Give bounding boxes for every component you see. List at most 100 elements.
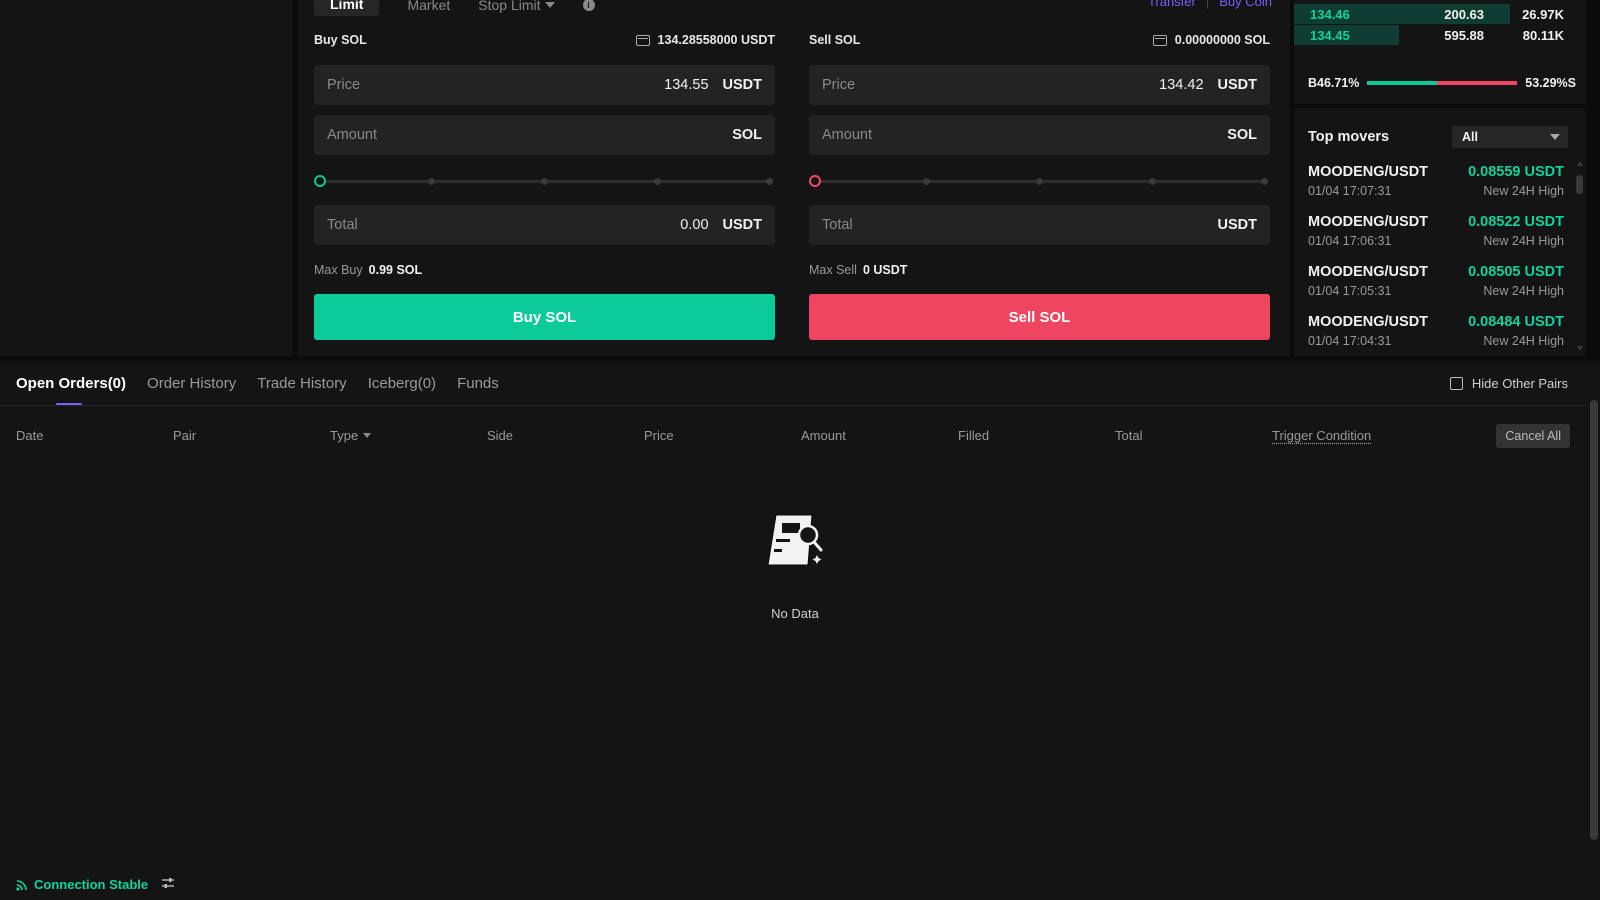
buy-percent-slider[interactable] (314, 174, 775, 188)
buy-header: Buy SOL 134.28558000 USDT (314, 33, 775, 47)
ratio-bar-buy (1367, 81, 1438, 85)
max-buy-value: 0.99 SOL (368, 263, 423, 277)
orderbook-total: 26.97K (1522, 7, 1564, 22)
hide-other-pairs[interactable]: Hide Other Pairs (1449, 376, 1568, 391)
cancel-all-button[interactable]: Cancel All (1496, 424, 1570, 448)
buy-price-label: Price (327, 77, 361, 93)
sell-title: Sell SOL (809, 33, 861, 47)
mover-note: New 24H High (1483, 184, 1564, 198)
tab-funds[interactable]: Funds (457, 375, 499, 392)
col-trigger-condition[interactable]: Trigger Condition (1272, 428, 1371, 443)
slider-handle[interactable] (809, 175, 821, 187)
tabs-divider (0, 405, 1586, 406)
tab-stop-limit[interactable]: Stop Limit (478, 0, 555, 13)
col-filled: Filled (958, 428, 990, 443)
tab-iceberg[interactable]: Iceberg(0) (368, 375, 436, 392)
buy-amount-label: Amount (327, 127, 377, 143)
mover-price: 0.08559 USDT (1468, 164, 1564, 180)
link-separator: | (1205, 0, 1210, 9)
settings-sliders-icon[interactable] (162, 877, 175, 892)
sell-total-field[interactable]: Total USDT (809, 205, 1270, 245)
left-panel (0, 0, 293, 357)
mover-price: 0.08505 USDT (1468, 264, 1564, 280)
buy-sol-button[interactable]: Buy SOL (314, 294, 775, 340)
sell-sol-button[interactable]: Sell SOL (809, 294, 1270, 340)
max-buy: Max Buy 0.99 SOL (314, 263, 422, 277)
orderbook-row[interactable]: 134.46 200.63 26.97K (1294, 4, 1586, 24)
sell-percent-slider[interactable] (809, 174, 1270, 188)
sell-amount-field[interactable]: Amount SOL (809, 115, 1270, 155)
connection-status[interactable]: Connection Stable (16, 877, 175, 892)
no-data-icon (767, 514, 823, 566)
buy-balance-value: 134.28558000 USDT (657, 33, 775, 47)
buy-amount-field[interactable]: Amount SOL (314, 115, 775, 155)
slider-tick[interactable] (923, 178, 930, 185)
orderbook-price: 134.45 (1310, 28, 1350, 43)
header-links: Transfer | Buy Coin (1148, 0, 1272, 9)
mover-item[interactable]: MOODENG/USDT 0.08505 USDT 01/04 17:05:31… (1308, 264, 1564, 304)
tab-market[interactable]: Market (407, 0, 450, 13)
slider-handle[interactable] (314, 175, 326, 187)
sell-price-unit: USDT (1217, 77, 1257, 93)
transfer-link[interactable]: Transfer (1148, 0, 1196, 9)
buy-amount-unit: SOL (732, 127, 762, 143)
col-pair: Pair (173, 428, 197, 443)
top-movers-filter-value: All (1462, 130, 1478, 144)
mover-price: 0.08522 USDT (1468, 214, 1564, 230)
max-buy-label: Max Buy (314, 263, 363, 277)
info-icon[interactable]: i (582, 0, 595, 11)
mover-time: 01/04 17:04:31 (1308, 334, 1392, 348)
sell-total-unit: USDT (1217, 217, 1257, 233)
mover-item[interactable]: MOODENG/USDT 0.08559 USDT 01/04 17:07:31… (1308, 164, 1564, 204)
mover-price: 0.08484 USDT (1468, 314, 1564, 330)
checkbox-icon[interactable] (1449, 377, 1463, 390)
orderbook-row[interactable]: 134.45 595.88 80.11K (1294, 25, 1586, 45)
top-movers-filter[interactable]: All (1452, 126, 1568, 148)
tab-limit-label: Limit (330, 0, 364, 12)
tab-order-history[interactable]: Order History (147, 375, 236, 392)
orderbook-qty: 595.88 (1444, 28, 1484, 43)
slider-tick[interactable] (541, 178, 548, 185)
sell-price-field[interactable]: Price 134.42 USDT (809, 65, 1270, 105)
buy-total-field[interactable]: Total 0.00 USDT (314, 205, 775, 245)
col-type[interactable]: Type (330, 428, 372, 443)
sell-total-label: Total (822, 217, 853, 233)
order-type-tabs: Limit Market Stop Limit i (314, 0, 595, 16)
market-side-panel: 134.46 200.63 26.97K 134.45 595.88 80.11… (1294, 0, 1586, 357)
buy-coin-link[interactable]: Buy Coin (1219, 0, 1272, 9)
orders-table-header: Date Pair Type Side Price Amount Filled … (0, 424, 1586, 448)
tab-trade-history[interactable]: Trade History (257, 375, 346, 392)
col-date: Date (16, 428, 44, 443)
scrollbar-graphic (1576, 161, 1583, 351)
mover-item[interactable]: MOODENG/USDT 0.08484 USDT 01/04 17:04:31… (1308, 314, 1564, 354)
buy-total-label: Total (327, 217, 358, 233)
buy-ratio: B46.71% (1308, 76, 1360, 90)
slider-tick[interactable] (1149, 178, 1156, 185)
buy-sell-ratio: B46.71% 53.29%S (1308, 76, 1576, 90)
mover-pair: MOODENG/USDT (1308, 314, 1429, 330)
top-movers-header: Top movers All (1308, 126, 1568, 148)
slider-tick[interactable] (1036, 178, 1043, 185)
tab-limit[interactable]: Limit (314, 0, 380, 16)
page-scrollbar[interactable] (1590, 400, 1598, 840)
tab-market-label: Market (407, 0, 451, 13)
slider-tick[interactable] (1261, 178, 1268, 185)
sell-ratio: 53.29%S (1525, 76, 1576, 90)
sell-amount-label: Amount (822, 127, 872, 143)
slider-tick[interactable] (654, 178, 661, 185)
sell-header: Sell SOL 0.00000000 SOL (809, 33, 1270, 47)
sell-amount-unit: SOL (1227, 127, 1257, 143)
tab-stop-limit-label: Stop Limit (478, 0, 541, 13)
buy-price-field[interactable]: Price 134.55 USDT (314, 65, 775, 105)
slider-tick[interactable] (428, 178, 435, 185)
slider-tick[interactable] (766, 178, 773, 185)
ratio-bar (1367, 81, 1518, 85)
top-movers-scrollbar[interactable] (1576, 160, 1584, 356)
mover-item[interactable]: MOODENG/USDT 0.08522 USDT 01/04 17:06:31… (1308, 214, 1564, 254)
no-data-text: No Data (771, 606, 819, 621)
orderbook-qty: 200.63 (1444, 7, 1484, 22)
wallet-icon (1152, 34, 1167, 46)
buy-price-value: 134.55 (664, 77, 709, 93)
tab-open-orders[interactable]: Open Orders(0) (16, 375, 126, 406)
col-amount: Amount (801, 428, 846, 443)
